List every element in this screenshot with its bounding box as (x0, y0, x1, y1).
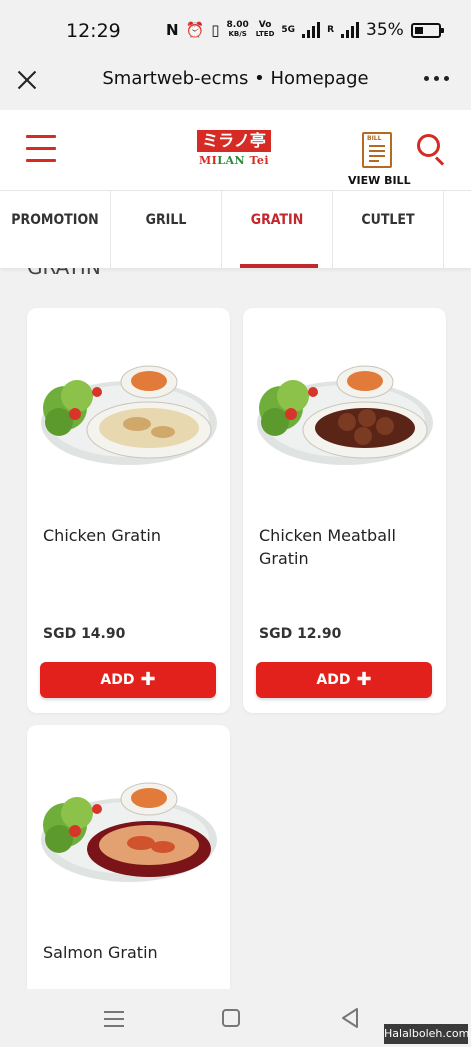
plus-icon: ✚ (140, 669, 156, 690)
logo-part-c: Tei (245, 154, 270, 167)
product-name: Salmon Gratin (43, 943, 158, 962)
network-type: 5G (281, 24, 296, 35)
speed-value: 8.00 (226, 20, 249, 30)
salmon-gratin-image[interactable] (37, 765, 220, 885)
category-tabs: PROMOTION GRILL GRATIN CUTLET (0, 190, 471, 268)
tab-grill[interactable]: GRILL (111, 191, 222, 268)
chicken-meatball-gratin-image[interactable] (253, 348, 436, 468)
status-time: 12:29 (66, 20, 121, 42)
volte-top: Vo (258, 20, 272, 30)
logo-japanese-text: ミラノ亭 (197, 130, 271, 152)
volte-bottom: LTED (255, 30, 275, 38)
logo-part-b: LAN (217, 154, 246, 167)
network-speed: 8.00 KB/S (227, 21, 249, 39)
tab-cutlet[interactable]: CUTLET (333, 191, 444, 268)
product-price: SGD 12.90 (259, 626, 342, 642)
browser-bar: Smartweb-ecms • Homepage (0, 62, 471, 110)
volte-icon: Vo LTED (256, 21, 275, 39)
browser-title: Smartweb-ecms • Homepage (102, 68, 369, 89)
milan-tei-logo[interactable]: ミラノ亭 MILAN Tei (197, 130, 271, 170)
add-to-cart-button[interactable]: ADD ✚ (40, 662, 216, 698)
recent-apps-icon[interactable] (104, 1011, 124, 1027)
watermark: Halalboleh.com (384, 1024, 469, 1044)
product-card[interactable]: Chicken Gratin SGD 14.90 ADD ✚ (27, 308, 230, 713)
roaming-label: R (327, 24, 334, 35)
plus-icon: ✚ (356, 669, 372, 690)
tab-promotion[interactable]: PROMOTION (0, 191, 111, 268)
product-name: Chicken Gratin (43, 526, 161, 545)
bill-icon: BILL (362, 132, 392, 168)
search-icon[interactable] (417, 134, 447, 166)
product-name: Chicken Meatball Gratin (259, 526, 396, 568)
hamburger-menu-icon[interactable] (26, 135, 56, 163)
tab-gratin[interactable]: GRATIN (222, 191, 333, 268)
app-header: ミラノ亭 MILAN Tei BILL VIEW BILL (0, 110, 471, 190)
add-button-label: ADD (100, 672, 135, 688)
logo-english-text: MILAN Tei (197, 154, 271, 167)
product-price: SGD 14.90 (43, 626, 126, 642)
bill-icon-text: BILL (367, 135, 382, 142)
battery-percent: 35% (366, 20, 404, 40)
battery-icon (410, 22, 444, 38)
signal-icon-2 (341, 22, 359, 38)
logo-part-a: MI (198, 154, 218, 167)
home-icon[interactable] (222, 1009, 240, 1027)
product-card[interactable]: Chicken Meatball Gratin SGD 12.90 ADD ✚ (243, 308, 446, 713)
speed-unit: KB/S (228, 30, 247, 38)
more-options-icon[interactable] (424, 76, 449, 81)
chicken-gratin-image[interactable] (37, 348, 220, 468)
back-icon[interactable] (340, 1007, 360, 1029)
signal-icon (302, 22, 321, 38)
view-bill-button[interactable]: BILL VIEW BILL (348, 132, 411, 187)
add-button-label: ADD (316, 672, 351, 688)
add-to-cart-button[interactable]: ADD ✚ (256, 662, 432, 698)
alarm-icon: ⏰ (185, 21, 205, 39)
vibrate-icon: ▯ (211, 21, 220, 39)
nfc-icon: N (166, 21, 179, 39)
status-icons: N ⏰ ▯ 8.00 KB/S Vo LTED 5G R 35% (166, 20, 444, 40)
status-bar: 12:29 N ⏰ ▯ 8.00 KB/S Vo LTED 5G R 35% (0, 0, 471, 62)
product-card[interactable]: Salmon Gratin (27, 725, 230, 989)
view-bill-label: VIEW BILL (348, 174, 411, 187)
